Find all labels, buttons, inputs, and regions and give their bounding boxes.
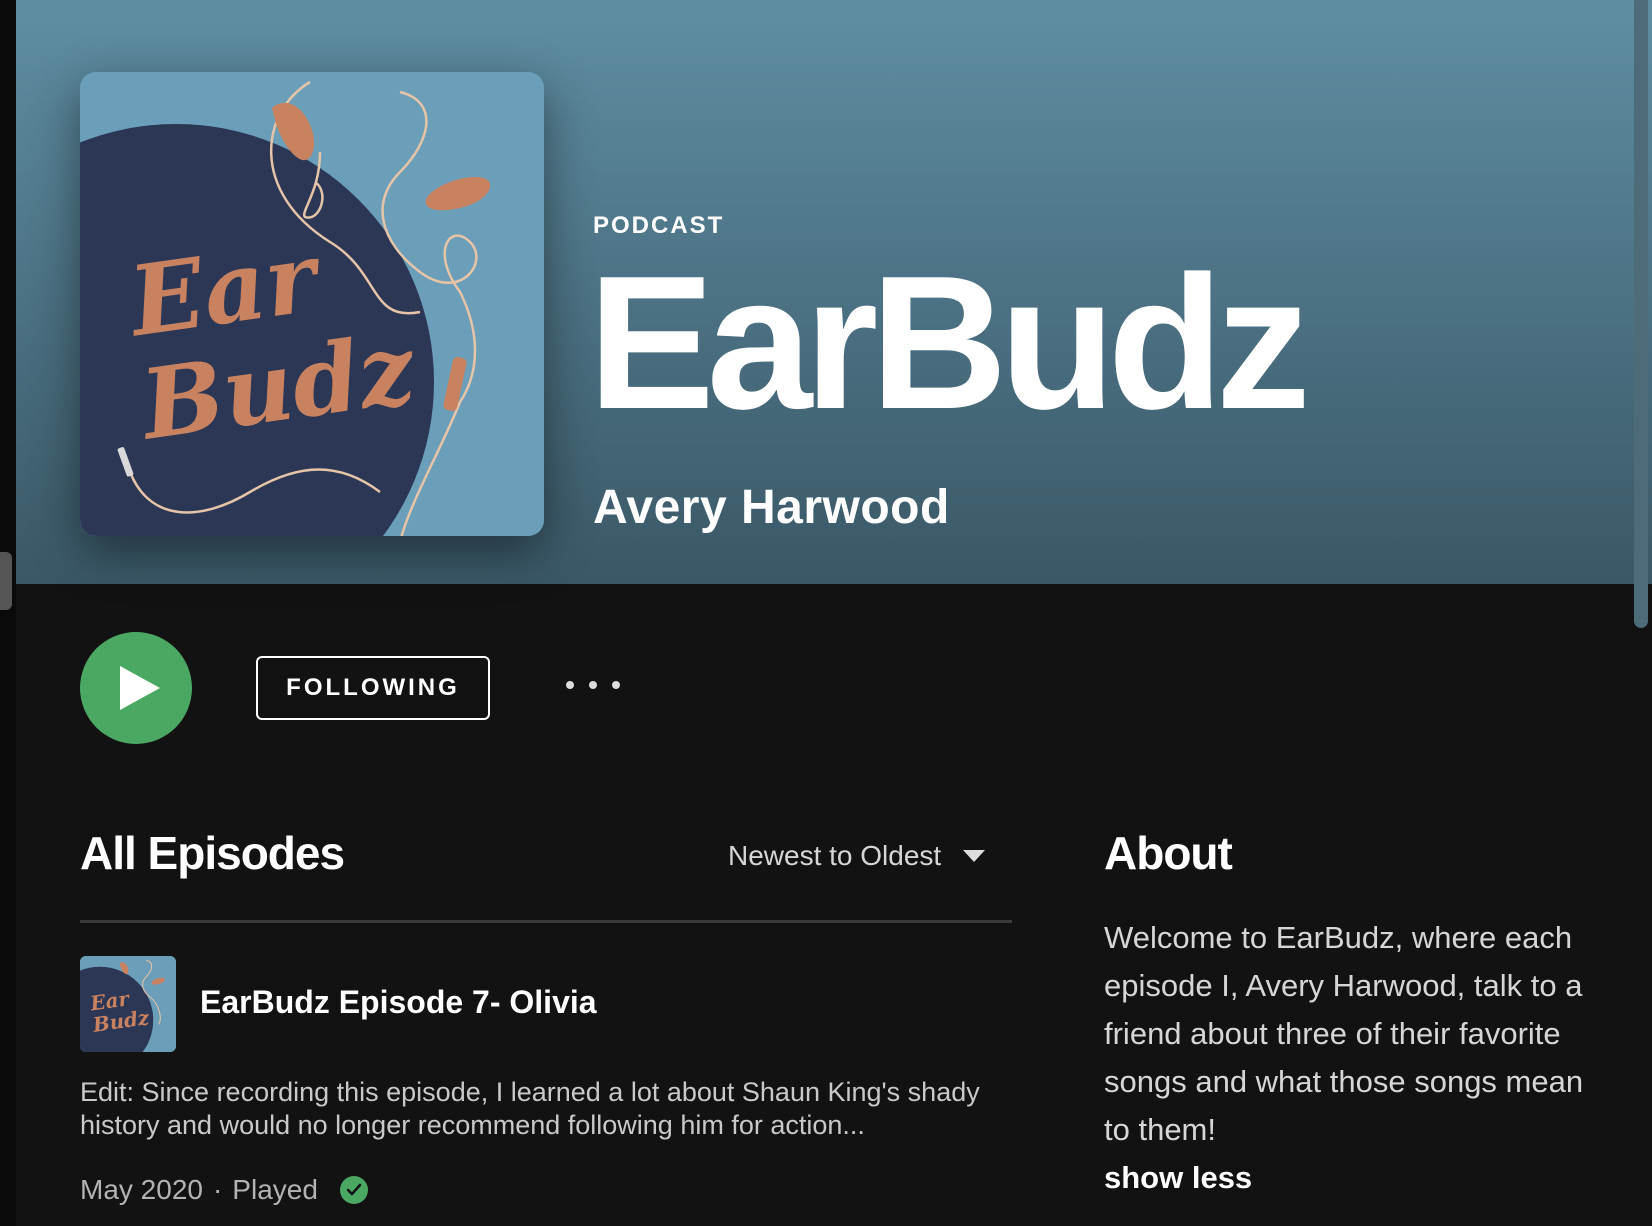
podcast-page: Ear Budz PODCAST EarBudz Avery Harwood F… [16,0,1652,1226]
show-less-link[interactable]: show less [1104,1160,1252,1196]
about-heading: About [1104,827,1233,879]
episode-meta: May 2020 · Played [80,1174,368,1206]
about-description: Welcome to EarBudz, where each episode I… [1104,920,1584,1147]
play-button[interactable] [80,632,192,744]
podcast-cover-art: Ear Budz [80,72,544,536]
sort-dropdown-label: Newest to Oldest [728,840,942,871]
episode-date: May 2020 [80,1174,203,1205]
episode-cover-illustration: Ear Budz [80,956,176,1052]
play-icon [120,666,160,710]
episode-title[interactable]: EarBudz Episode 7- Olivia [200,984,597,1021]
episode-thumbnail[interactable]: Ear Budz [80,956,176,1052]
meta-separator: · [212,1174,223,1205]
played-check-icon [339,1176,368,1204]
content-type-label: PODCAST [593,212,725,239]
episodes-divider [80,920,1012,923]
resize-handle[interactable] [0,552,12,610]
more-options-icon [566,681,574,689]
podcast-author[interactable]: Avery Harwood [593,480,950,535]
more-options-icon [612,681,620,689]
podcast-title: EarBudz [588,237,1311,449]
episode-status: Played [232,1174,318,1205]
scrollbar-thumb[interactable] [1634,0,1648,628]
episode-description: Edit: Since recording this episode, I le… [80,1077,980,1140]
sort-dropdown[interactable]: Newest to Oldest [728,840,986,872]
left-panel-edge [0,0,16,1226]
more-options-button[interactable] [558,670,628,700]
all-episodes-heading: All Episodes [80,827,345,879]
following-button[interactable]: FOLLOWING [256,656,490,720]
more-options-icon [589,681,597,689]
cover-illustration: Ear Budz [80,72,544,536]
caret-down-icon [963,850,986,862]
